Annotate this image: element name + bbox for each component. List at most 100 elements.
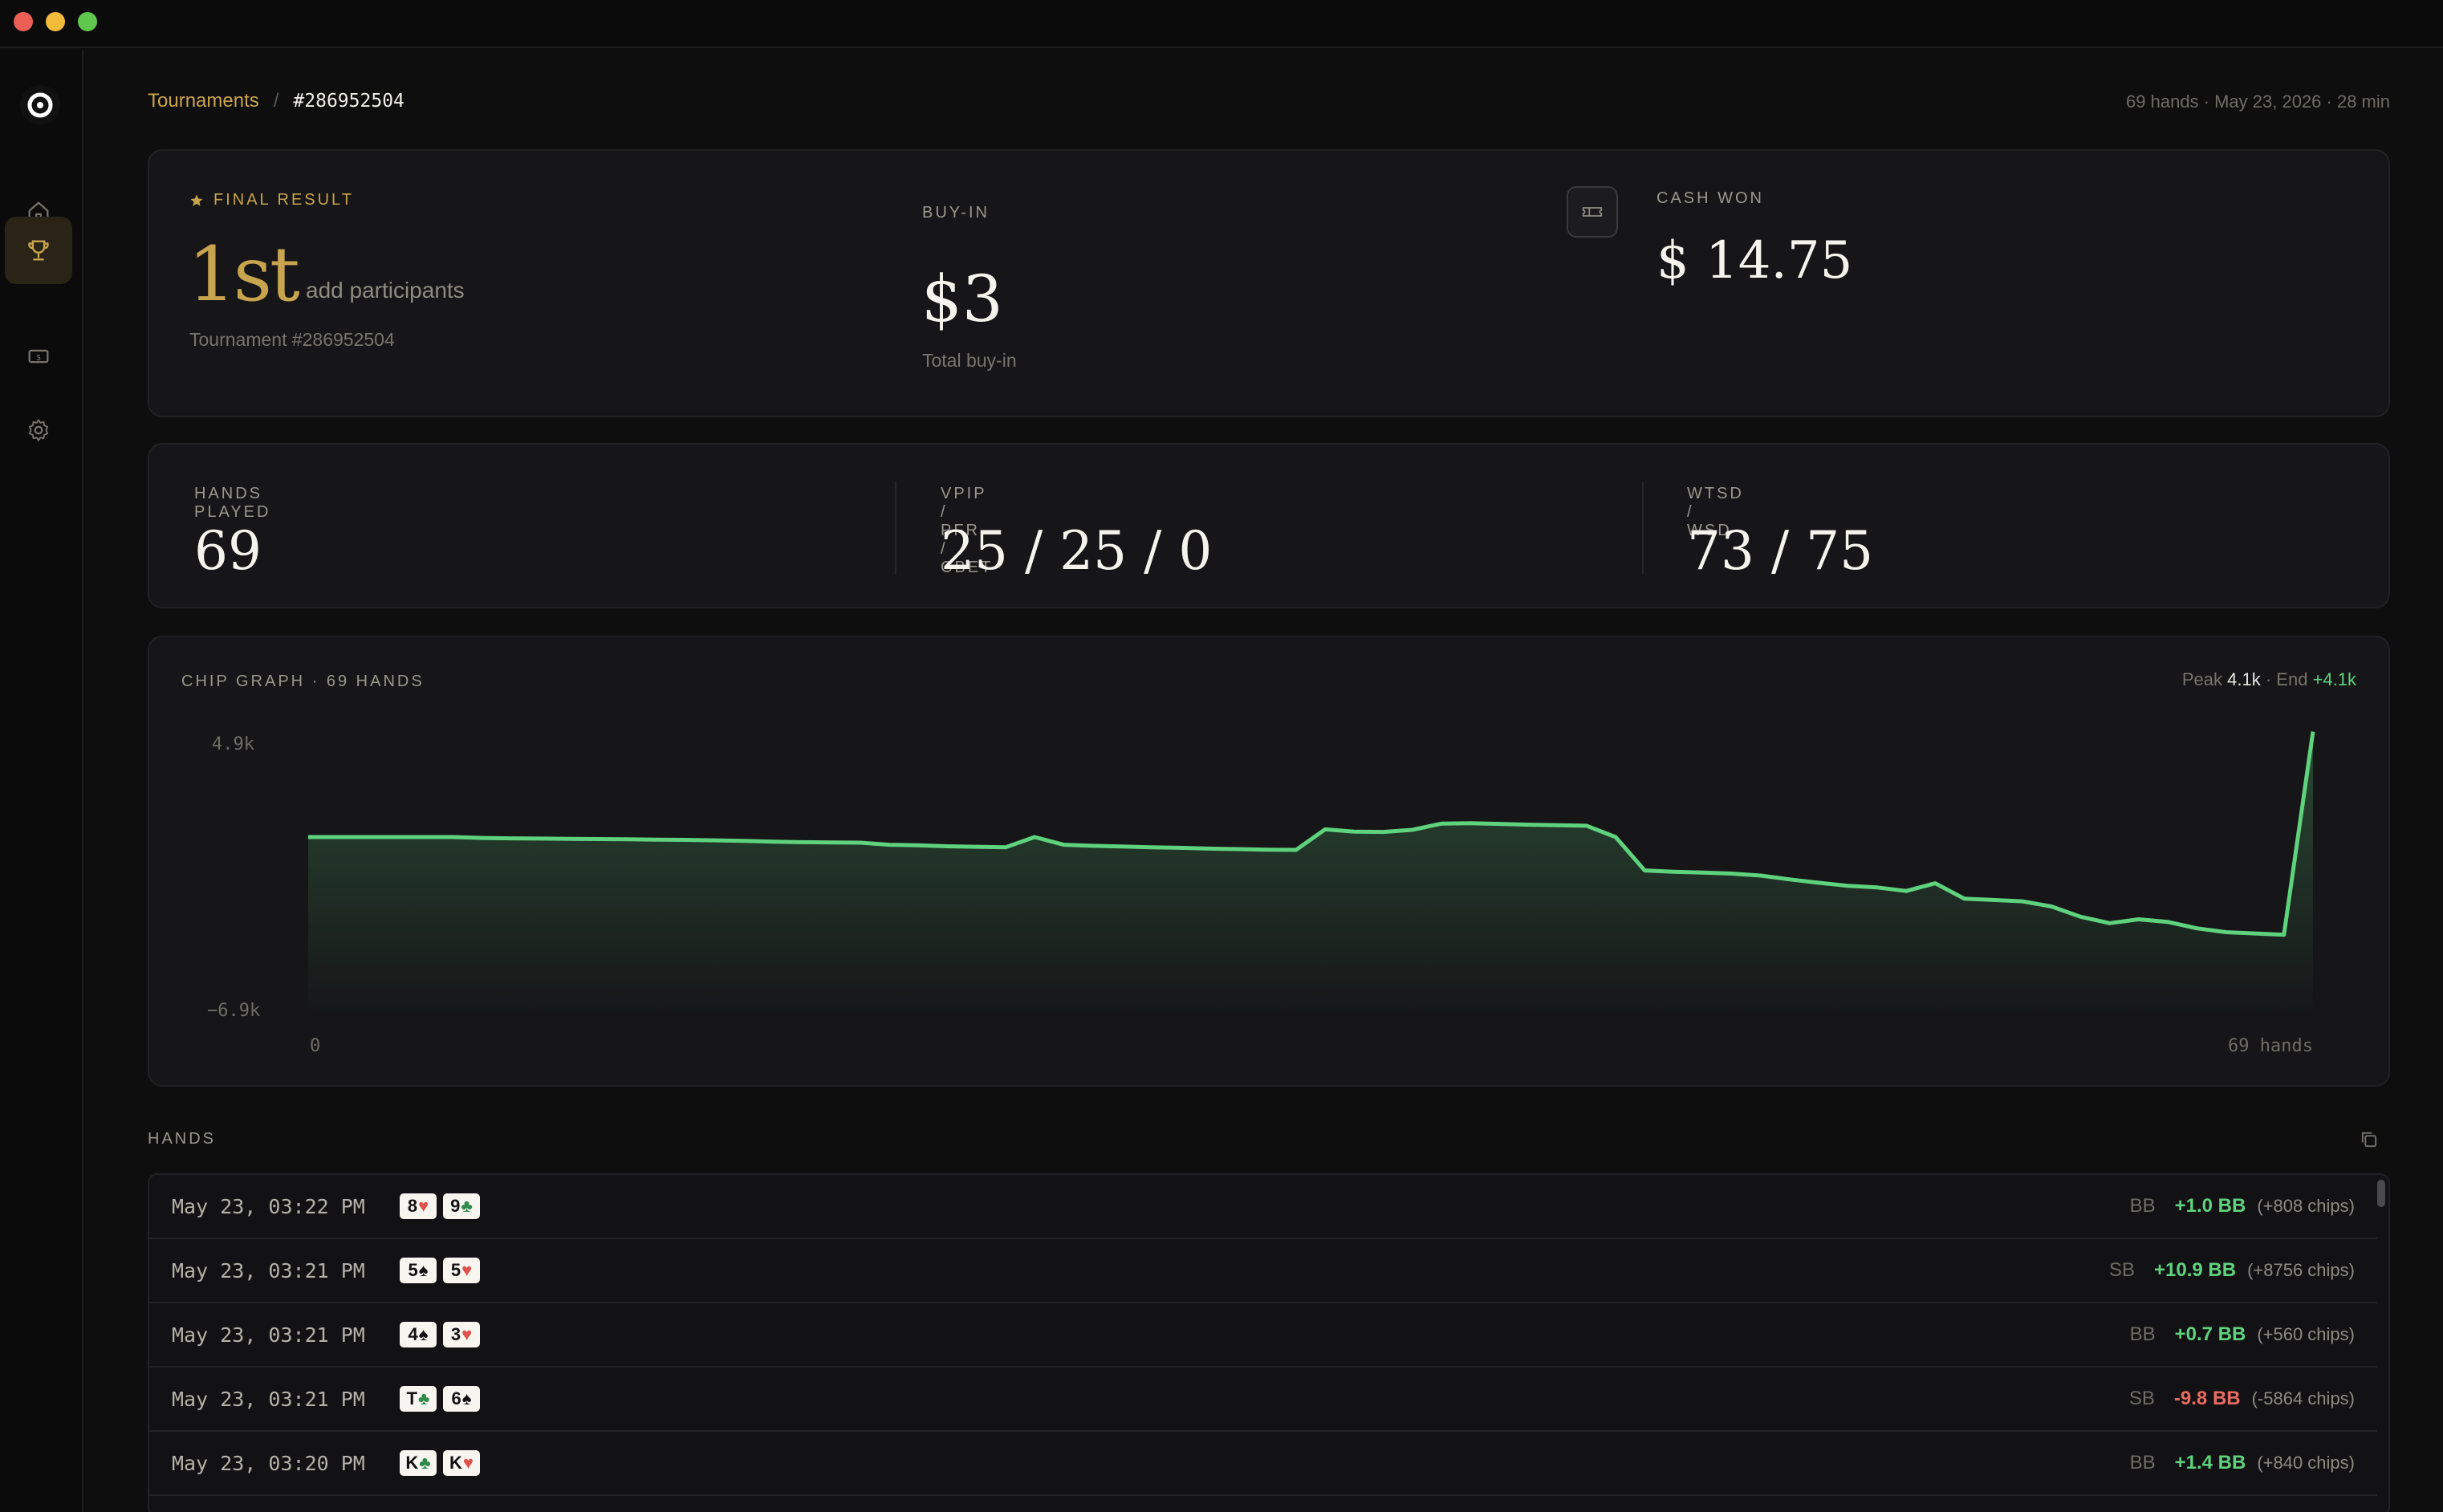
chip-graph-card: CHIP GRAPH · 69 HANDS Peak 4.1k · End +4… [148,636,2390,1087]
hand-row[interactable]: May 23, 03:21 PM 5 ♠ 5 ♥ (+8756 chips) +10.9 B… [149,1239,2377,1303]
card-rank: T [406,1388,417,1408]
x-tick-label-start: 0 [310,1036,320,1056]
card-rank: 4 [408,1324,418,1344]
hands-played-value: 69 [194,520,262,582]
final-place: 1st [188,231,300,319]
hand-row[interactable]: May 23, 03:22 PM 8 ♥ 9 ♣ (+808 chips) +1.0 BB B… [149,1175,2377,1239]
hand-bb-result: +10.9 BB [2154,1259,2237,1281]
playing-card: 5 ♥ [443,1258,480,1283]
card-suit-icon: ♠ [418,1260,429,1280]
buyin-label: BUY-IN [922,204,990,222]
card-rank: 8 [407,1196,418,1216]
card-rank: K [405,1453,419,1473]
hole-cards: 4 ♠ 3 ♥ [400,1322,480,1347]
stats-card: HANDS PLAYED 69 VPIP / PFR / CBET 25 / 2… [148,443,2390,608]
trophy-icon [28,240,49,261]
star-icon [190,194,203,206]
maximize-window-button[interactable] [78,12,97,31]
hand-chips: (+8756 chips) [2247,1260,2355,1280]
card-suit-icon: ♣ [418,1388,430,1408]
card-suit-icon: ♥ [462,1453,474,1473]
hand-time: May 23, 03:21 PM [172,1258,365,1282]
hand-time: May 23, 03:20 PM [172,1451,365,1475]
chip-area [308,731,2313,1014]
svg-text:$: $ [36,353,41,362]
breadcrumb: Tournaments / #286952504 [148,90,404,112]
hand-row[interactable]: May 23, 03:20 PM K ♣ K ♥ (+840 chips) +1.4 BB B… [149,1432,2377,1496]
card-rank: 9 [450,1196,461,1216]
cash-won-value: $ 14.75 [1656,231,1853,291]
hand-chips: (+840 chips) [2257,1453,2355,1473]
sidebar-item-tournaments[interactable] [5,217,72,284]
hand-bb-result: -9.8 BB [2173,1388,2241,1409]
hand-chips: (+560 chips) [2257,1324,2355,1344]
card-suit-icon: ♠ [461,1388,472,1408]
playing-card: K ♣ [400,1450,437,1476]
hand-time: May 23, 03:21 PM [172,1323,365,1347]
tournament-id: Tournament #286952504 [189,329,395,350]
stats-divider [1642,482,1644,575]
final-result-text: FINAL RESULT [213,191,354,209]
x-tick-label-end: 69 hands [2228,1036,2313,1056]
window-titlebar [0,0,2443,48]
final-result-label: FINAL RESULT [189,191,354,209]
card-suit-icon: ♠ [418,1324,429,1344]
card-suit-icon: ♥ [461,1260,473,1280]
sidebar-item-cash[interactable]: $ [5,323,72,390]
copy-icon[interactable] [2358,1128,2380,1151]
hole-cards: K ♣ K ♥ [400,1450,480,1476]
playing-card: 8 ♥ [400,1193,437,1219]
hand-row[interactable]: May 23, 03:21 PM 4 ♠ 3 ♥ (+560 chips) +0.7 BB B… [149,1303,2377,1368]
playing-card: 5 ♠ [400,1258,437,1283]
playing-card: 9 ♣ [443,1193,480,1219]
result-card: FINAL RESULT 1st add participants Tourna… [148,149,2390,417]
ticket-button[interactable] [1567,186,1618,238]
y-tick-label-bottom: −6.9k [207,1001,260,1021]
session-meta: 69 hands · May 23, 2026 · 28 min [2126,91,2390,112]
app-logo-icon[interactable] [20,85,60,125]
vpip-value: 25 / 25 / 0 [941,520,1213,582]
hand-position: BB [2129,1452,2156,1473]
hole-cards: T ♣ 6 ♠ [400,1386,480,1412]
hand-time: May 23, 03:22 PM [172,1194,365,1218]
gear-icon [28,419,49,441]
card-rank: 3 [450,1324,461,1344]
card-rank: K [449,1453,462,1473]
hand-position: BB [2129,1323,2156,1345]
hands-list[interactable]: May 23, 03:22 PM 8 ♥ 9 ♣ (+808 chips) +1.0 BB B… [148,1173,2390,1512]
hole-cards: 8 ♥ 9 ♣ [400,1193,480,1219]
breadcrumb-tournaments-link[interactable]: Tournaments [148,90,259,112]
card-suit-icon: ♥ [418,1196,429,1216]
breadcrumb-separator: / [273,90,279,112]
breadcrumb-current: #286952504 [293,91,404,112]
card-rank: 6 [451,1388,461,1408]
minimize-window-button[interactable] [46,12,65,31]
ticket-icon [1582,207,1603,217]
hand-position: BB [2129,1195,2156,1217]
card-rank: 5 [408,1260,418,1280]
add-participants-link[interactable]: add participants [306,278,465,303]
chip-graph-chart: 4.9k −6.9k 0 69 hands [207,731,2315,1056]
close-window-button[interactable] [14,12,33,31]
hole-cards: 5 ♠ 5 ♥ [400,1258,480,1283]
wtsd-value: 73 / 75 [1687,520,1874,582]
sidebar-item-settings[interactable] [5,396,72,464]
card-suit-icon: ♣ [461,1196,473,1216]
hands-played-label: HANDS PLAYED [194,485,271,521]
hands-section-label: HANDS [148,1130,217,1148]
card-rank: 5 [450,1260,461,1280]
card-suit-icon: ♥ [461,1324,473,1344]
buyin-value: $3 [921,262,1003,336]
hand-chips: (+808 chips) [2257,1196,2355,1216]
hand-position: SB [2109,1259,2136,1281]
playing-card: K ♥ [443,1450,480,1476]
hands-scrollbar[interactable] [2377,1180,2385,1207]
stats-divider [895,482,896,575]
hand-bb-result: +0.7 BB [2174,1323,2246,1345]
hand-row[interactable]: May 23, 03:21 PM T ♣ 6 ♠ (-5864 chips) -9.8 BB… [149,1368,2377,1432]
hand-chips: (-5864 chips) [2251,1388,2355,1408]
playing-card: T ♣ [400,1386,437,1412]
cash-won-label: CASH WON [1656,189,1764,207]
hand-position: SB [2128,1388,2155,1409]
playing-card: 4 ♠ [400,1322,437,1347]
